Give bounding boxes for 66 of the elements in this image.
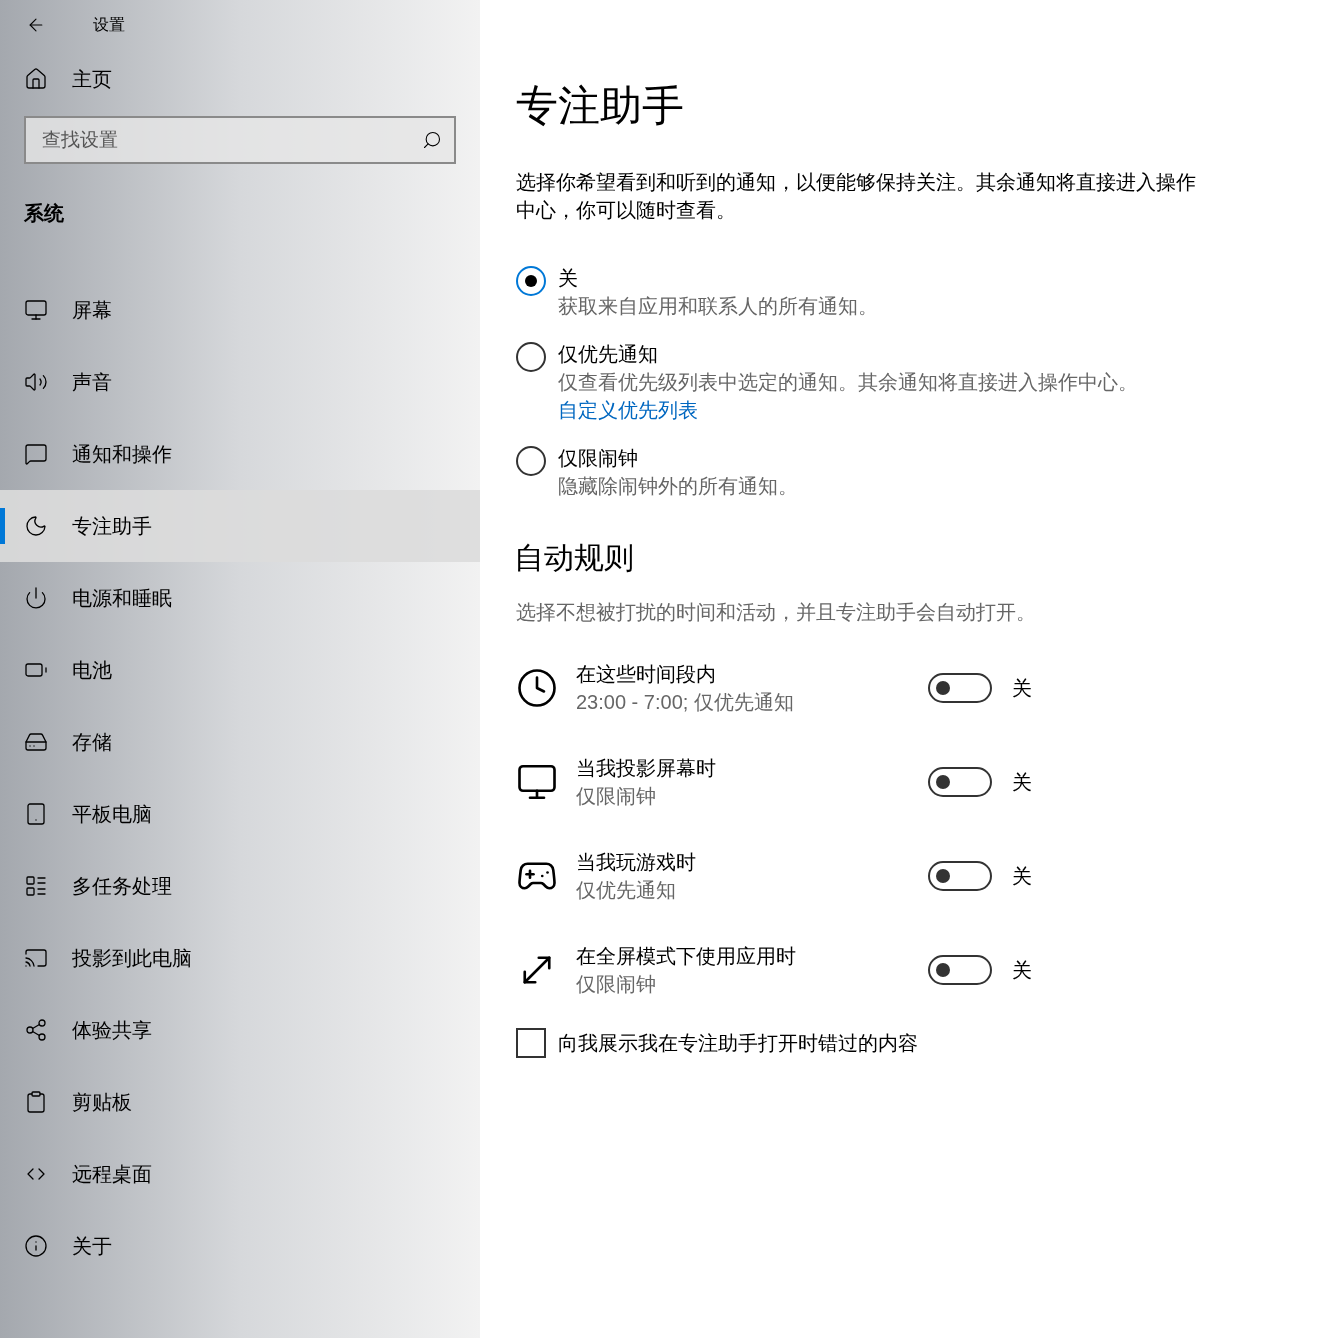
section-description: 选择不想被打扰的时间和活动，并且专注助手会自动打开。 — [516, 600, 1036, 625]
search-icon[interactable] — [422, 130, 442, 150]
rule-detail: 仅优先通知 — [576, 878, 676, 903]
sidebar-item[interactable]: 多任务处理 — [0, 850, 480, 922]
search-field[interactable]: 查找设置 — [24, 116, 456, 164]
sidebar-item[interactable]: 电源和睡眠 — [0, 562, 480, 634]
sidebar-item[interactable]: 投影到此电脑 — [0, 922, 480, 994]
option-title: 关 — [558, 266, 578, 291]
sidebar-item[interactable]: 剪贴板 — [0, 1066, 480, 1138]
option-title: 仅优先通知 — [558, 342, 658, 367]
toggle-state: 关 — [1012, 958, 1032, 983]
cast-icon — [24, 946, 48, 970]
toggle-state: 关 — [1012, 676, 1032, 701]
rule-title: 在全屏模式下使用应用时 — [576, 944, 796, 969]
window-title: 设置 — [93, 15, 125, 35]
sidebar-item[interactable]: 远程桌面 — [0, 1138, 480, 1210]
sidebar-item[interactable]: 电池 — [0, 634, 480, 706]
checkbox-label: 向我展示我在专注助手打开时错过的内容 — [558, 1031, 918, 1056]
page-title: 专注助手 — [516, 81, 684, 131]
toggle-switch[interactable] — [928, 955, 992, 985]
sidebar-item[interactable]: 通知和操作 — [0, 418, 480, 490]
list-icon — [24, 874, 48, 898]
toggle-switch[interactable] — [928, 673, 992, 703]
radio-button[interactable] — [516, 266, 546, 296]
speech-bubble-icon — [24, 442, 48, 466]
rule-title: 在这些时间段内 — [576, 662, 716, 687]
option-description: 仅查看优先级列表中选定的通知。其余通知将直接进入操作中心。 — [558, 370, 1138, 395]
rule-detail: 仅限闹钟 — [576, 972, 656, 997]
drive-icon — [24, 730, 48, 754]
home-icon — [24, 67, 48, 91]
selection-bar — [0, 508, 5, 544]
option-description: 隐藏除闹钟外的所有通知。 — [558, 474, 798, 499]
rule-title: 当我玩游戏时 — [576, 850, 696, 875]
radio-button[interactable] — [516, 342, 546, 372]
rule-title: 当我投影屏幕时 — [576, 756, 716, 781]
home-item[interactable]: 主页 — [0, 44, 480, 114]
rule-detail: 23:00 - 7:00; 仅优先通知 — [576, 690, 794, 715]
info-icon — [24, 1234, 48, 1258]
tablet-icon — [24, 802, 48, 826]
sidebar-item[interactable]: 声音 — [0, 346, 480, 418]
radio-button[interactable] — [516, 446, 546, 476]
checkbox[interactable] — [516, 1028, 546, 1058]
toggle-state: 关 — [1012, 770, 1032, 795]
section-heading: 系统 — [23, 201, 65, 226]
section-heading: 自动规则 — [514, 540, 634, 576]
toggle-state: 关 — [1012, 864, 1032, 889]
sidebar-item[interactable]: 屏幕 — [0, 274, 480, 346]
priority-list-link[interactable]: 自定义优先列表 — [558, 396, 698, 424]
clock-icon — [516, 667, 558, 709]
share-icon — [24, 1018, 48, 1042]
sidebar-item[interactable]: 存储 — [0, 706, 480, 778]
sidebar-item[interactable]: 体验共享 — [0, 994, 480, 1066]
option-description: 获取来自应用和联系人的所有通知。 — [558, 294, 878, 319]
sidebar-item[interactable]: 专注助手 — [0, 490, 480, 562]
toggle-switch[interactable] — [928, 767, 992, 797]
sidebar-item[interactable]: 关于 — [0, 1210, 480, 1282]
monitor-icon — [24, 298, 48, 322]
page-description: 选择你希望看到和听到的通知，以便能够保持关注。其余通知将直接进入操作中心，你可以随时查看。 — [516, 170, 1197, 223]
moon-icon — [24, 514, 48, 538]
sidebar-item[interactable]: 平板电脑 — [0, 778, 480, 850]
clipboard-icon — [24, 1090, 48, 1114]
rule-detail: 仅限闹钟 — [576, 784, 656, 809]
option-title: 仅限闹钟 — [558, 446, 638, 471]
power-icon — [24, 586, 48, 610]
toggle-switch[interactable] — [928, 861, 992, 891]
speaker-icon — [24, 370, 48, 394]
